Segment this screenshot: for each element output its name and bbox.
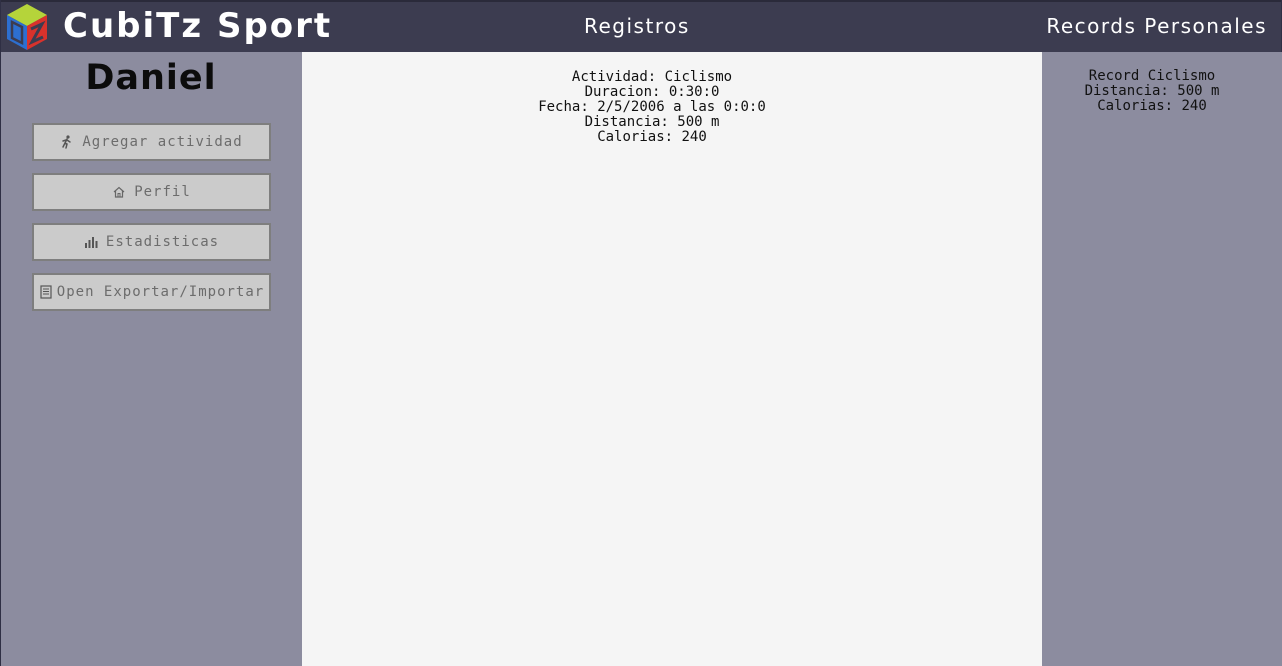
bar-chart-icon xyxy=(84,235,98,249)
activity-log-panel: Actividad: Ciclismo Duracion: 0:30:0 Fec… xyxy=(302,52,1042,666)
activity-type: Actividad: Ciclismo xyxy=(571,69,733,85)
personal-records-panel: Record Ciclismo Distancia: 500 m Caloria… xyxy=(1042,52,1282,666)
record-entry: Record Ciclismo Distancia: 500 m Caloria… xyxy=(1042,69,1262,114)
brand-title: CubiTz Sport xyxy=(63,6,333,46)
activity-distance: Distancia: 500 m xyxy=(584,114,720,130)
username-heading: Daniel xyxy=(85,58,217,98)
app-window: CubiTz Sport Registros Records Personale… xyxy=(0,0,1282,666)
activity-duration: Duracion: 0:30:0 xyxy=(584,84,720,100)
export-import-button[interactable]: Open Exportar/Importar xyxy=(32,273,271,311)
running-person-icon xyxy=(60,135,74,149)
add-activity-label: Agregar actividad xyxy=(82,134,243,150)
activity-date: Fecha: 2/5/2006 a las 0:0:0 xyxy=(538,99,766,115)
record-title: Record Ciclismo xyxy=(1088,68,1216,84)
sidebar: Daniel Agregar actividad Perfil Estadist… xyxy=(1,52,301,666)
cubitz-logo-icon xyxy=(4,2,50,52)
profile-button[interactable]: Perfil xyxy=(32,173,271,211)
home-icon xyxy=(112,185,126,199)
activity-calories: Calorias: 240 xyxy=(597,129,707,145)
activity-entry: Actividad: Ciclismo Duracion: 0:30:0 Fec… xyxy=(302,70,1002,145)
statistics-label: Estadisticas xyxy=(105,234,220,250)
record-distance: Distancia: 500 m xyxy=(1084,83,1220,99)
statistics-button[interactable]: Estadisticas xyxy=(32,223,271,261)
profile-label: Perfil xyxy=(134,184,191,200)
nav-records-personales[interactable]: Records Personales xyxy=(1046,14,1267,38)
add-activity-button[interactable]: Agregar actividad xyxy=(32,123,271,161)
top-bar: CubiTz Sport Registros Records Personale… xyxy=(1,0,1281,52)
nav-registros[interactable]: Registros xyxy=(584,14,690,38)
record-calories: Calorias: 240 xyxy=(1097,98,1207,114)
document-icon xyxy=(39,285,53,299)
export-import-label: Open Exportar/Importar xyxy=(56,284,265,300)
